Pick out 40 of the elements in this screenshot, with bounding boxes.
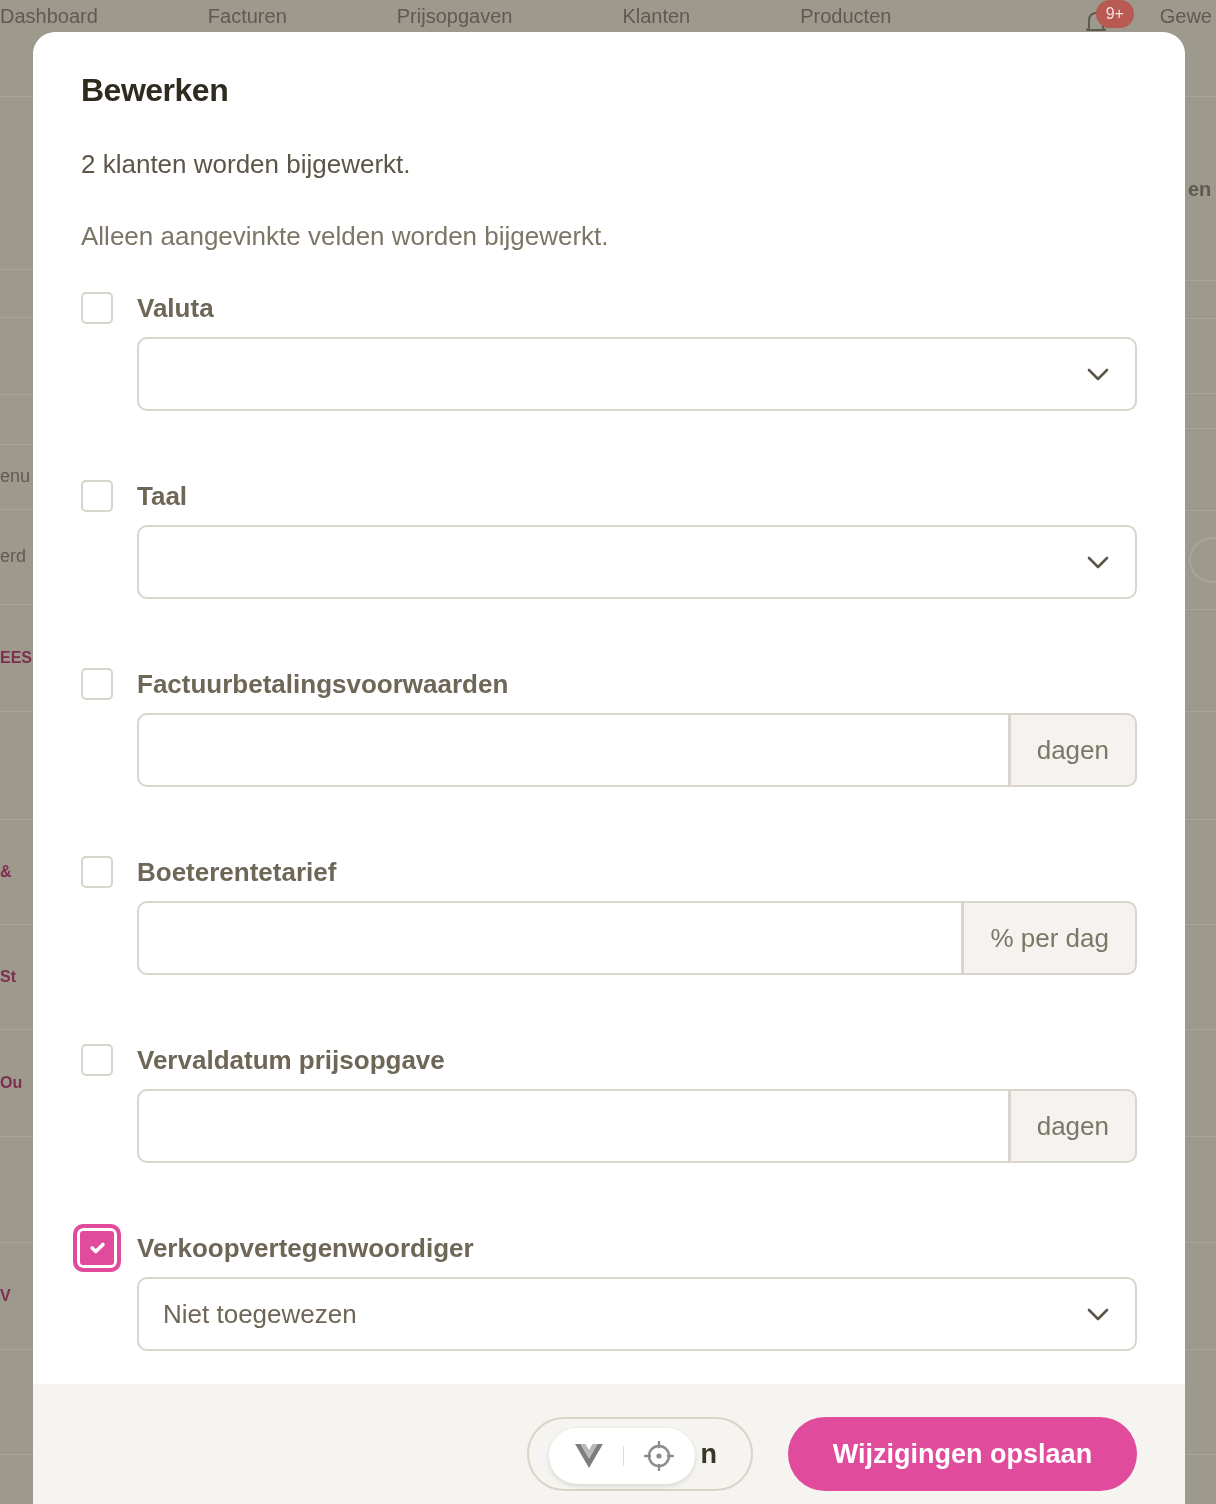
- field-label: Vervaldatum prijsopgave: [137, 1044, 445, 1077]
- unit-label: dagen: [1008, 713, 1137, 787]
- chevron-down-icon: [1087, 1307, 1109, 1321]
- cell-text: &: [0, 862, 12, 882]
- field-label: Valuta: [137, 292, 214, 325]
- summary-text: 2 klanten worden bijgewerkt.: [81, 148, 412, 180]
- checkbox[interactable]: [73, 1224, 121, 1272]
- cell-text: EES: [0, 648, 32, 668]
- cell-text: enu: [0, 466, 31, 488]
- nav-link[interactable]: Dashboard: [0, 4, 98, 28]
- field-label: Factuurbetalingsvoorwaarden: [137, 668, 509, 701]
- cell-text: Ou: [0, 1073, 23, 1093]
- nav-link[interactable]: Gewe: [1159, 4, 1212, 28]
- input-field[interactable]: [137, 901, 964, 975]
- hint-text: Alleen aangevinkte velden worden bijgewerkt.: [81, 220, 610, 252]
- nav-link[interactable]: Producten: [800, 4, 892, 28]
- crosshair-icon[interactable]: [644, 1441, 674, 1471]
- cell-text: V: [0, 1286, 11, 1306]
- notification-badge: 9+: [1095, 0, 1134, 28]
- select-field[interactable]: [137, 525, 1137, 599]
- save-button[interactable]: Wijzigingen opslaan: [788, 1417, 1137, 1491]
- cell-text: erd: [0, 546, 26, 568]
- input-field[interactable]: [137, 713, 1010, 787]
- nav-link[interactable]: Facturen: [207, 4, 287, 28]
- heading-text: en: [1187, 176, 1212, 201]
- field-label: Boeterentetarief: [137, 856, 337, 889]
- chevron-down-icon: [1087, 555, 1109, 569]
- nav-link[interactable]: Klanten: [622, 4, 691, 28]
- input-field[interactable]: [137, 1089, 1010, 1163]
- nav-link[interactable]: Prijsopgaven: [396, 4, 513, 28]
- select-field[interactable]: Niet toegewezen: [137, 1277, 1137, 1351]
- unit-label: % per dag: [962, 901, 1137, 975]
- dialog-title: Bewerken: [81, 71, 230, 110]
- unit-label: dagen: [1008, 1089, 1137, 1163]
- select-field[interactable]: [137, 337, 1137, 411]
- field-label: Taal: [137, 480, 188, 513]
- field-label: Verkoopvertegenwoordiger: [137, 1232, 474, 1265]
- chevron-down-icon: [1087, 367, 1109, 381]
- cell-text: St: [0, 967, 16, 987]
- v-shape-icon[interactable]: [575, 1444, 603, 1468]
